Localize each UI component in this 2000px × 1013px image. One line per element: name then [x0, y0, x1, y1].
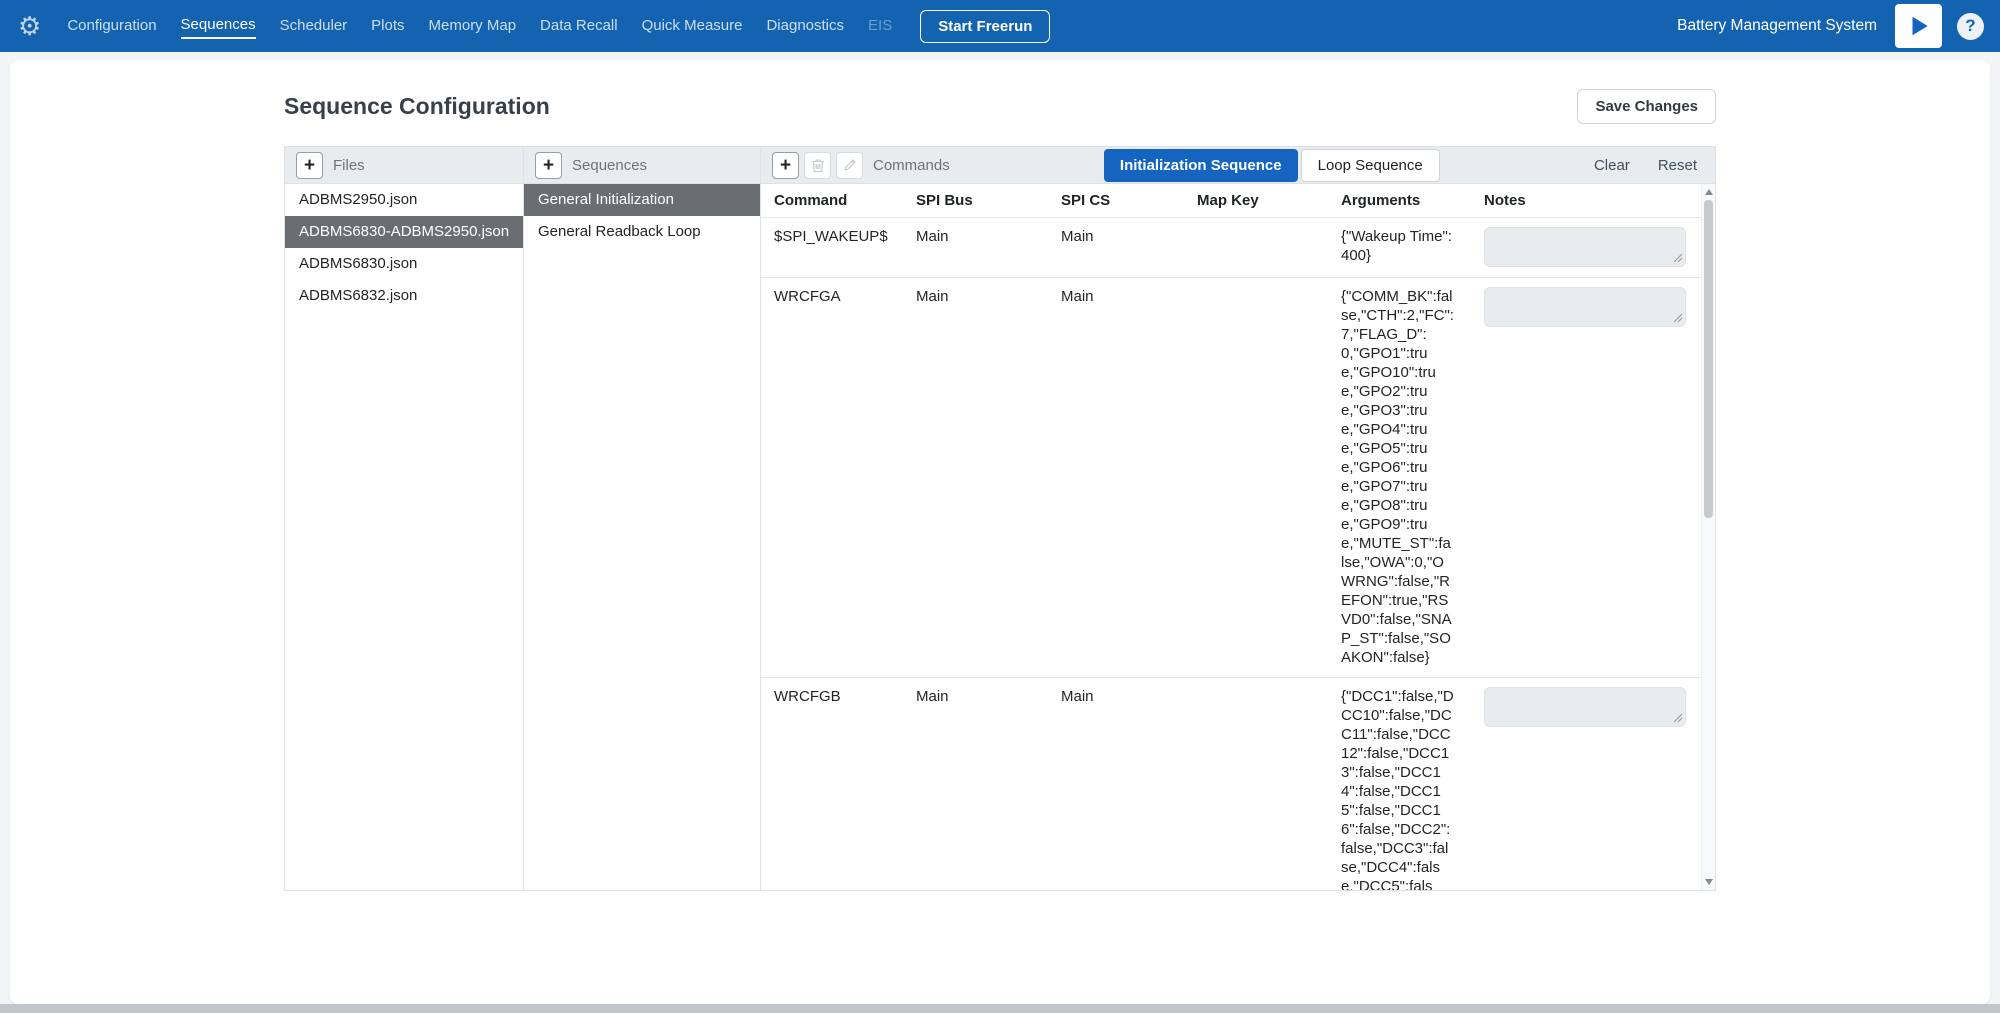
spi-bus-cell: Main: [916, 278, 1061, 677]
nav-item-data-recall[interactable]: Data Recall: [540, 14, 618, 38]
scrollbar-thumb[interactable]: [1704, 200, 1713, 518]
add-file-button[interactable]: +: [296, 152, 323, 179]
arguments-cell: {"DCC1":false,"DCC10":false,"DCC11":fals…: [1341, 678, 1484, 890]
column-header-notes: Notes: [1484, 184, 1697, 217]
nav-item-sequences[interactable]: Sequences: [181, 13, 256, 39]
commands-panel: + Commands Initialization Sequence Loop …: [760, 146, 1716, 891]
sequence-item[interactable]: General Readback Loop: [524, 216, 760, 248]
nav-item-plots[interactable]: Plots: [371, 14, 404, 38]
commands-scrollbar[interactable]: [1701, 184, 1715, 890]
map-key-cell: [1197, 218, 1341, 277]
column-header-arguments: Arguments: [1341, 184, 1484, 217]
gear-icon[interactable]: ⚙: [18, 11, 41, 42]
nav-item-eis: EIS: [868, 14, 892, 38]
scroll-down-arrow-icon[interactable]: [1705, 879, 1713, 885]
sequence-item-selected[interactable]: General Initialization: [524, 184, 760, 216]
spi-cs-cell: Main: [1061, 218, 1197, 277]
resize-grip-icon[interactable]: [1673, 253, 1683, 263]
play-button[interactable]: [1895, 4, 1942, 48]
notes-cell: [1484, 218, 1697, 277]
scrollbar-track[interactable]: [1702, 200, 1715, 874]
file-item[interactable]: ADBMS6830.json: [285, 248, 523, 280]
arguments-cell: {"Wakeup Time":400}: [1341, 218, 1484, 277]
notes-input[interactable]: [1484, 687, 1686, 727]
nav-item-diagnostics[interactable]: Diagnostics: [766, 14, 844, 38]
sequences-panel-header: + Sequences: [524, 147, 760, 184]
nav-item-configuration[interactable]: Configuration: [67, 14, 156, 38]
edit-command-button[interactable]: [836, 152, 863, 179]
table-actions: Clear Reset: [1594, 157, 1697, 174]
commands-table-header: Command SPI Bus SPI CS Map Key Arguments…: [761, 184, 1715, 217]
column-header-map-key: Map Key: [1197, 184, 1341, 217]
notes-input[interactable]: [1484, 227, 1686, 267]
resize-grip-icon[interactable]: [1673, 713, 1683, 723]
spi-bus-cell: Main: [916, 218, 1061, 277]
sequence-type-toggle: Initialization Sequence Loop Sequence: [1104, 149, 1440, 182]
spi-cs-cell: Main: [1061, 278, 1197, 677]
page-content: Sequence Configuration Save Changes + Fi…: [284, 60, 1716, 891]
file-item[interactable]: ADBMS6832.json: [285, 280, 523, 312]
command-cell: WRCFGA: [774, 278, 916, 677]
clear-button[interactable]: Clear: [1594, 157, 1630, 174]
sequences-panel: + Sequences General Initialization Gener…: [523, 146, 761, 891]
trash-icon: [811, 158, 825, 173]
delete-command-button[interactable]: [804, 152, 831, 179]
command-row[interactable]: WRCFGB Main Main {"DCC1":false,"DCC10":f…: [761, 677, 1715, 890]
spi-cs-cell: Main: [1061, 678, 1197, 890]
title-row: Sequence Configuration Save Changes: [284, 88, 1716, 124]
sequences-panel-label: Sequences: [572, 157, 647, 174]
loop-sequence-tab[interactable]: Loop Sequence: [1301, 149, 1440, 182]
horizontal-scrollbar[interactable]: [0, 1004, 2000, 1013]
reset-button[interactable]: Reset: [1658, 157, 1697, 174]
resize-grip-icon[interactable]: [1673, 313, 1683, 323]
commands-table: Command SPI Bus SPI CS Map Key Arguments…: [761, 184, 1715, 890]
column-header-spi-cs: SPI CS: [1061, 184, 1197, 217]
file-item-selected[interactable]: ADBMS6830-ADBMS2950.json: [285, 216, 523, 248]
app-brand: Battery Management System: [1677, 17, 1877, 35]
files-panel-label: Files: [333, 157, 365, 174]
add-sequence-button[interactable]: +: [535, 152, 562, 179]
commands-panel-header: + Commands Initialization Sequence Loop …: [761, 147, 1715, 184]
files-panel-header: + Files: [285, 147, 523, 184]
file-item[interactable]: ADBMS2950.json: [285, 184, 523, 216]
main-card: Sequence Configuration Save Changes + Fi…: [10, 60, 1990, 1004]
panels: + Files ADBMS2950.json ADBMS6830-ADBMS29…: [284, 146, 1716, 891]
arguments-cell: {"COMM_BK":false,"CTH":2,"FC":7,"FLAG_D"…: [1341, 278, 1484, 677]
column-header-spi-bus: SPI Bus: [916, 184, 1061, 217]
nav-item-quick-measure[interactable]: Quick Measure: [642, 14, 743, 38]
command-row[interactable]: WRCFGA Main Main {"COMM_BK":false,"CTH":…: [761, 277, 1715, 677]
page-title: Sequence Configuration: [284, 93, 550, 120]
top-navbar: ⚙ Configuration Sequences Scheduler Plot…: [0, 0, 2000, 52]
command-cell: WRCFGB: [774, 678, 916, 890]
scroll-up-arrow-icon[interactable]: [1705, 189, 1713, 195]
command-cell: $SPI_WAKEUP$: [774, 218, 916, 277]
add-command-button[interactable]: +: [772, 152, 799, 179]
command-row[interactable]: $SPI_WAKEUP$ Main Main {"Wakeup Time":40…: [761, 217, 1715, 277]
spi-bus-cell: Main: [916, 678, 1061, 890]
column-header-command: Command: [774, 184, 916, 217]
map-key-cell: [1197, 678, 1341, 890]
notes-cell: [1484, 278, 1697, 677]
play-icon: [1906, 13, 1932, 39]
help-button[interactable]: ?: [1957, 13, 1984, 40]
initialization-sequence-tab[interactable]: Initialization Sequence: [1104, 149, 1298, 182]
start-freerun-button[interactable]: Start Freerun: [920, 10, 1050, 43]
help-icon: ?: [1965, 16, 1975, 36]
nav-item-memory-map[interactable]: Memory Map: [429, 14, 517, 38]
files-list: ADBMS2950.json ADBMS6830-ADBMS2950.json …: [285, 184, 523, 312]
files-panel: + Files ADBMS2950.json ADBMS6830-ADBMS29…: [284, 146, 524, 891]
pencil-icon: [843, 158, 857, 172]
commands-panel-label: Commands: [873, 157, 950, 174]
map-key-cell: [1197, 278, 1341, 677]
nav-item-scheduler[interactable]: Scheduler: [280, 14, 348, 38]
notes-cell: [1484, 678, 1697, 890]
save-changes-button[interactable]: Save Changes: [1577, 89, 1716, 124]
sequences-list: General Initialization General Readback …: [524, 184, 760, 248]
notes-input[interactable]: [1484, 287, 1686, 327]
